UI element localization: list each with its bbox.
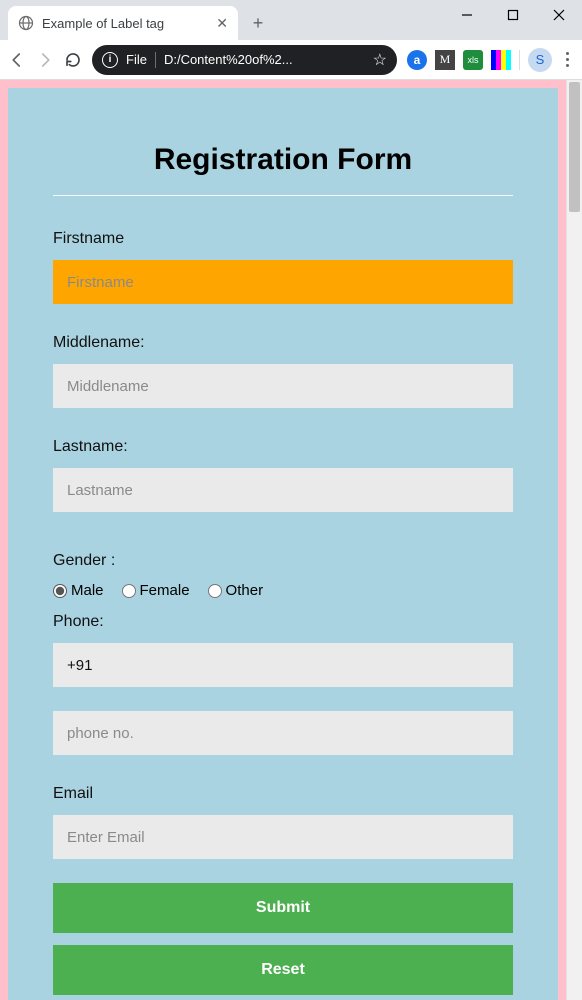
extension-icon[interactable]: xls xyxy=(463,50,483,70)
tab-title: Example of Label tag xyxy=(42,16,208,31)
gender-male-label: Male xyxy=(71,582,104,599)
window-minimize-button[interactable] xyxy=(444,0,490,30)
url-scheme-label: File xyxy=(126,52,147,67)
titlebar: Example of Label tag ✕ + xyxy=(0,0,582,40)
gender-option-other[interactable]: Other xyxy=(208,582,264,599)
phone-country-input[interactable] xyxy=(53,643,513,687)
browser-tab[interactable]: Example of Label tag ✕ xyxy=(8,6,238,40)
gender-option-female[interactable]: Female xyxy=(122,582,190,599)
browser-toolbar: i File D:/Content%20of%2... ☆ a M xls S xyxy=(0,40,582,80)
gender-female-label: Female xyxy=(140,582,190,599)
page-content: Registration Form Firstname Middlename: … xyxy=(0,80,566,1000)
middlename-input[interactable] xyxy=(53,364,513,408)
registration-form-card: Registration Form Firstname Middlename: … xyxy=(8,88,558,1000)
lastname-input[interactable] xyxy=(53,468,513,512)
form-title: Registration Form xyxy=(53,143,513,177)
lastname-label: Lastname: xyxy=(53,438,513,456)
forward-button[interactable] xyxy=(36,51,54,69)
gender-option-male[interactable]: Male xyxy=(53,582,104,599)
firstname-label: Firstname xyxy=(53,230,513,248)
new-tab-button[interactable]: + xyxy=(244,9,272,37)
bookmark-star-icon[interactable]: ☆ xyxy=(373,50,387,70)
window-controls xyxy=(444,0,582,32)
extension-icon[interactable] xyxy=(491,50,511,70)
vertical-scrollbar[interactable] xyxy=(566,80,582,1000)
gender-label: Gender : xyxy=(53,552,513,570)
site-info-icon[interactable]: i xyxy=(102,52,118,68)
address-bar[interactable]: i File D:/Content%20of%2... ☆ xyxy=(92,45,397,75)
window-close-button[interactable] xyxy=(536,0,582,30)
reset-button[interactable]: Reset xyxy=(53,945,513,995)
window-maximize-button[interactable] xyxy=(490,0,536,30)
globe-icon xyxy=(18,15,34,31)
close-tab-icon[interactable]: ✕ xyxy=(216,15,228,32)
browser-chrome: Example of Label tag ✕ + i Fi xyxy=(0,0,582,80)
middlename-label: Middlename: xyxy=(53,334,513,352)
gender-radio-group: Male Female Other xyxy=(53,582,513,599)
toolbar-separator xyxy=(519,50,520,70)
email-label: Email xyxy=(53,785,513,803)
gender-radio-female[interactable] xyxy=(122,584,136,598)
extension-icons: a M xls S xyxy=(407,48,574,72)
kebab-menu-icon[interactable] xyxy=(560,52,574,67)
gender-radio-other[interactable] xyxy=(208,584,222,598)
url-text: D:/Content%20of%2... xyxy=(164,52,365,67)
viewport: Registration Form Firstname Middlename: … xyxy=(0,80,582,1000)
gender-other-label: Other xyxy=(226,582,264,599)
submit-button[interactable]: Submit xyxy=(53,883,513,933)
reload-button[interactable] xyxy=(64,51,82,69)
scrollbar-thumb[interactable] xyxy=(569,82,580,212)
firstname-input[interactable] xyxy=(53,260,513,304)
phone-label: Phone: xyxy=(53,613,513,631)
email-input[interactable] xyxy=(53,815,513,859)
extension-icon[interactable]: a xyxy=(407,50,427,70)
back-button[interactable] xyxy=(8,51,26,69)
profile-avatar[interactable]: S xyxy=(528,48,552,72)
omnibox-separator xyxy=(155,52,156,68)
extension-icon[interactable]: M xyxy=(435,50,455,70)
divider xyxy=(53,195,513,196)
phone-number-input[interactable] xyxy=(53,711,513,755)
gender-radio-male[interactable] xyxy=(53,584,67,598)
